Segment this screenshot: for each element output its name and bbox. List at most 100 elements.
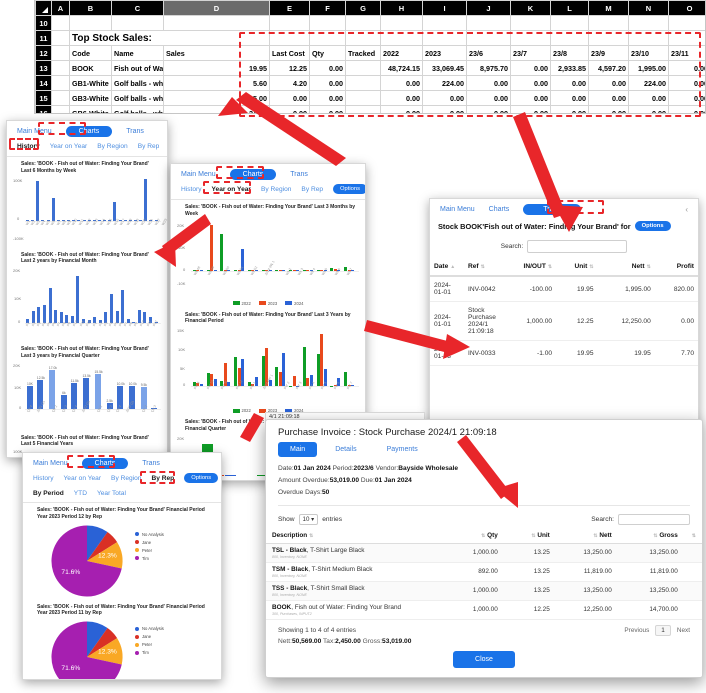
nav-main-menu[interactable]: Main Menu [181, 171, 216, 178]
subtab-year-total[interactable]: Year Total [97, 490, 126, 497]
table-row[interactable]: 2024-01-03 INV-0033 -1.00 19.95 19.95 7.… [430, 340, 698, 366]
collapse-chevron-icon[interactable]: ‹ [685, 205, 688, 214]
table-row[interactable]: TSM - Black, T-Shirt Medium Black 800, I… [266, 562, 702, 582]
spreadsheet-data-row[interactable]: 13 BOOK Fish out of Water: Finding Your … [35, 60, 705, 76]
nav-row[interactable]: Main Menu Charts Trans [23, 453, 221, 471]
subtab-by-rep[interactable]: By Rep [151, 475, 174, 482]
col-H[interactable]: H [380, 0, 423, 16]
col-E[interactable]: E [269, 0, 310, 16]
modal-search[interactable]: Search: [591, 513, 690, 525]
panel-trans[interactable]: Main Menu Charts Trans ‹ Stock BOOK'Fish… [429, 198, 699, 428]
th-ref[interactable]: Ref ⇅ [464, 258, 500, 277]
sub-nav-row[interactable]: History Year on Year By Region By Rep Op… [7, 139, 167, 157]
th-description[interactable]: Description ⇅ [266, 527, 442, 544]
subtab-by-period[interactable]: By Period [33, 490, 64, 497]
bar[interactable] [121, 290, 125, 323]
search-input[interactable] [527, 240, 628, 253]
bar[interactable] [292, 376, 296, 386]
table-header-row[interactable]: Date ▲ Ref ⇅ IN/OUT ⇅ Unit ⇅ Nett ⇅ Profit [430, 258, 698, 277]
tab-main[interactable]: Main [278, 442, 318, 457]
th-extra[interactable]: ⇅ [683, 527, 702, 544]
cell-ref-link[interactable]: INV-0042 [464, 276, 500, 302]
bar-group[interactable] [316, 221, 327, 271]
col-C[interactable]: C [111, 0, 164, 16]
panel-charts-by-rep[interactable]: Main Menu Charts Trans History Year on Y… [22, 452, 222, 680]
subtab-ytd[interactable]: YTD [74, 490, 87, 497]
bar[interactable] [48, 288, 52, 323]
rep-sub-nav-row[interactable]: By Period YTD Year Total [23, 488, 221, 503]
close-button[interactable]: Close [453, 650, 515, 668]
bar-group[interactable] [206, 330, 217, 386]
subtab-history[interactable]: History [17, 143, 40, 150]
spreadsheet-header-row-12[interactable]: 12 Code Name Sales Last Cost Qty Tracked… [35, 45, 705, 61]
th-profit[interactable]: Profit [654, 258, 698, 277]
nav-tab-charts[interactable]: Charts [81, 458, 129, 469]
modal-tabs[interactable]: Main Details Payments [266, 442, 702, 463]
nav-tab-trans[interactable]: Trans [290, 171, 308, 178]
modal-controls-row[interactable]: Show 10 ▾ entries Search: [266, 511, 702, 528]
col-M[interactable]: M [588, 0, 629, 16]
search-row[interactable]: Search: [430, 235, 698, 258]
chart-history-financial-month[interactable]: 20K 10K 0 P1 P2 P3 P4 P5 P6 P7 P8 P9 P10 P11 P12 P1 P… [13, 266, 161, 338]
col-A[interactable]: A [51, 0, 70, 16]
bar[interactable] [36, 180, 40, 221]
nav-row[interactable]: Main Menu Charts Trans [7, 121, 167, 139]
bar-group[interactable] [234, 330, 245, 386]
subtab-year-on-year[interactable]: Year on Year [64, 475, 102, 482]
bar-group[interactable] [302, 221, 313, 271]
th-qty[interactable]: ⇅ Qty [441, 527, 504, 544]
bar-group[interactable] [247, 221, 258, 271]
bar[interactable] [48, 370, 55, 409]
table-header-row[interactable]: Description ⇅ ⇅ Qty ⇅ Unit ⇅ Nett ⇅ Gross… [266, 527, 702, 544]
cell-ref-link[interactable]: Stock Purchase 2024/1 21:09:18 [464, 301, 500, 341]
nav-tab-trans[interactable]: Trans [523, 204, 581, 215]
spreadsheet-column-header-row[interactable]: A B C D E F G H I J K L M N O P [35, 0, 705, 16]
chart-rep-period-12[interactable]: 12.3% 71.6% No Analysis Jane Peter Tim [23, 522, 221, 600]
chart-yoy-weekly[interactable]: 20K 10K 0 -10K Wk 48 Wk 49 Wk 50 Wk 51 Wk 52… [177, 219, 359, 295]
bar-group[interactable] [247, 330, 258, 386]
sub-nav-row[interactable]: History Year on Year By Region By Rep Op… [171, 182, 365, 200]
nav-row[interactable]: Main Menu Charts Trans ‹ [430, 199, 698, 217]
panel-charts-history[interactable]: Main Menu Charts Trans History Year on Y… [6, 120, 168, 458]
chart-history-weekly[interactable]: 100K 0 -100K W1 W2 W3 W4 W5 W6 W7 W8 W9 W10 W11 W12… [13, 176, 167, 244]
bar-group[interactable] [234, 221, 245, 271]
bar[interactable] [51, 197, 55, 221]
col-D[interactable]: D [163, 0, 270, 16]
subtab-by-region[interactable]: By Region [261, 186, 291, 193]
tab-payments[interactable]: Payments [375, 442, 430, 457]
trans-table[interactable]: Date ▲ Ref ⇅ IN/OUT ⇅ Unit ⇅ Nett ⇅ Profit 20… [430, 258, 698, 366]
bar-group[interactable] [192, 221, 203, 271]
bar[interactable] [76, 275, 80, 323]
chart-history-financial-quarter[interactable]: 20K 10K 0 10K 12.5k 17.0k 6k 11.5k 13.5k 15.5k… [13, 361, 161, 427]
spreadsheet-data-row[interactable]: 16 GB6-White Golf balls - white 6-pack 2… [35, 105, 705, 113]
bar-group[interactable] [275, 330, 286, 386]
bar[interactable] [43, 305, 47, 323]
rowhead-16[interactable]: 16 [35, 105, 52, 113]
modal-search-input[interactable] [618, 513, 690, 525]
col-G[interactable]: G [345, 0, 381, 16]
col-I[interactable]: I [422, 0, 467, 16]
nav-tab-trans[interactable]: Trans [126, 128, 144, 135]
next-button[interactable]: Next [677, 627, 690, 634]
subtab-year-on-year[interactable]: Year on Year [50, 143, 88, 150]
bar[interactable] [144, 178, 148, 221]
bar-group[interactable] [289, 330, 300, 386]
bar-group[interactable] [302, 330, 313, 386]
th-nett[interactable]: Nett ⇅ [597, 258, 655, 277]
rowhead-13[interactable]: 13 [35, 60, 52, 76]
nav-main-menu[interactable]: Main Menu [440, 206, 475, 213]
previous-button[interactable]: Previous [624, 627, 649, 634]
nav-main-menu[interactable]: Main Menu [33, 460, 68, 467]
nav-tab-trans[interactable]: Trans [142, 460, 160, 467]
bar-group[interactable] [206, 221, 217, 271]
col-N[interactable]: N [628, 0, 669, 16]
table-row[interactable]: TSS - Black, T-Shirt Small Black 800, In… [266, 581, 702, 601]
subtab-year-on-year[interactable]: Year on Year [212, 186, 251, 193]
spreadsheet-data-row[interactable]: 14 GB1-White Golf balls - white single 5… [35, 75, 705, 91]
table-row[interactable]: 2024-01-01 Stock Purchase 2024/1 21:09:1… [430, 301, 698, 341]
rowhead-11[interactable]: 11 [35, 30, 52, 46]
subtab-by-rep[interactable]: By Rep [301, 186, 323, 193]
spreadsheet-data-row[interactable]: 15 GB3-White Golf balls - white 3-pack 1… [35, 90, 705, 106]
subtab-history[interactable]: History [33, 475, 54, 482]
chart-rep-period-11[interactable]: 12.3% 71.6% No Analysis Jane Peter Tim [23, 618, 221, 679]
